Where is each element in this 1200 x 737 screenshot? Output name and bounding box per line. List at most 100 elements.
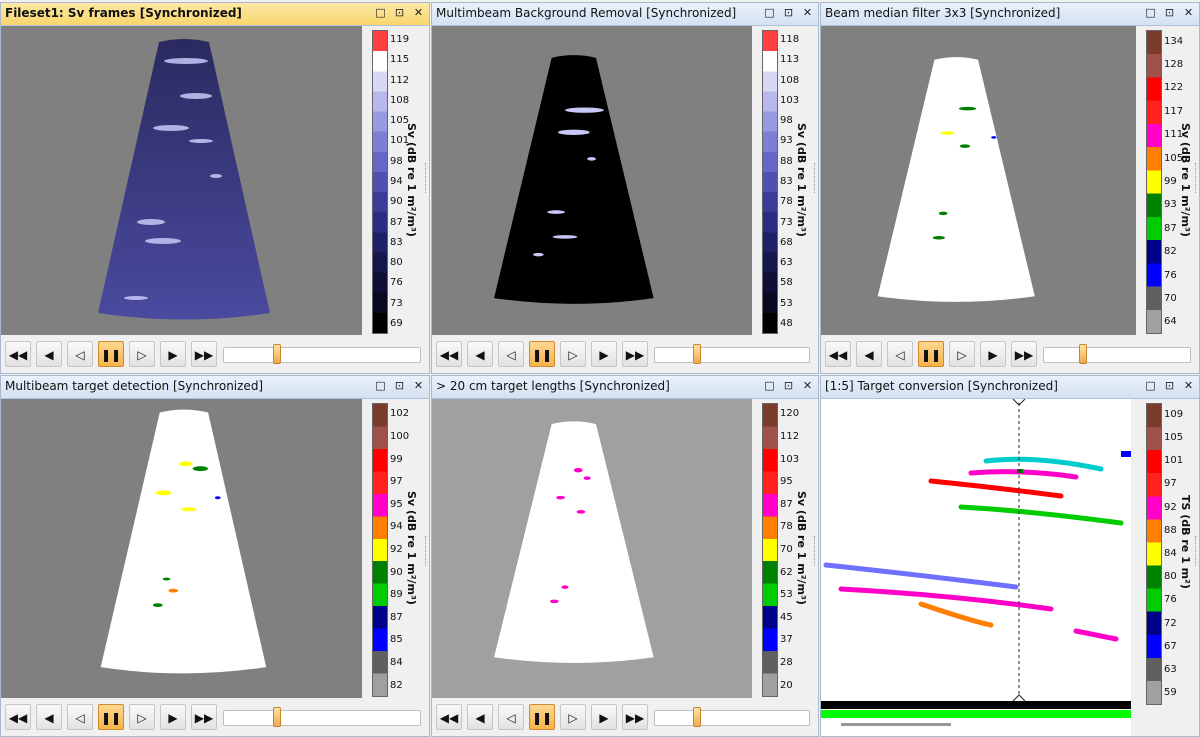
step-forward-button[interactable]: ▷ bbox=[560, 704, 586, 730]
panel-titlebar[interactable]: Fileset1: Sv frames [Synchronized] □ ⊡ ✕ bbox=[1, 3, 429, 26]
prev-frame-button[interactable]: ◀ bbox=[467, 704, 493, 730]
echogram-view[interactable] bbox=[432, 26, 752, 337]
step-back-button[interactable]: ◁ bbox=[498, 341, 524, 367]
next-frame-button[interactable]: ▶ bbox=[160, 704, 186, 730]
scale-tick-label: 112 bbox=[780, 430, 800, 442]
close-icon[interactable]: ✕ bbox=[800, 5, 815, 21]
step-forward-button[interactable]: ▷ bbox=[129, 341, 155, 367]
next-frame-button[interactable]: ▶ bbox=[591, 341, 617, 367]
last-frame-button[interactable]: ▶▶ bbox=[622, 341, 648, 367]
frame-slider[interactable] bbox=[654, 344, 810, 364]
scale-tick-label: 80 bbox=[1164, 571, 1177, 583]
step-back-button[interactable]: ◁ bbox=[67, 704, 93, 730]
pause-button[interactable]: ❚❚ bbox=[98, 341, 124, 367]
first-frame-button[interactable]: ◀◀ bbox=[5, 704, 31, 730]
last-frame-button[interactable]: ▶▶ bbox=[622, 704, 648, 730]
step-forward-button[interactable]: ▷ bbox=[129, 704, 155, 730]
slider-thumb[interactable] bbox=[692, 344, 701, 364]
splitter-grip[interactable] bbox=[1195, 163, 1199, 193]
frame-slider[interactable] bbox=[223, 344, 421, 364]
panel-title: Multimbeam Background Removal [Synchroni… bbox=[436, 6, 737, 20]
pause-button[interactable]: ❚❚ bbox=[529, 704, 555, 730]
prev-frame-button[interactable]: ◀ bbox=[36, 704, 62, 730]
step-back-button[interactable]: ◁ bbox=[67, 341, 93, 367]
splitter-grip[interactable] bbox=[814, 536, 818, 566]
panel-titlebar[interactable]: > 20 cm target lengths [Synchronized] □ … bbox=[432, 376, 818, 399]
echogram-view[interactable] bbox=[1, 26, 362, 337]
echogram-view[interactable] bbox=[432, 399, 752, 700]
playback-controls: ◀◀ ◀ ◁ ❚❚ ▷ ▶ ▶▶ bbox=[1, 698, 429, 736]
scale-tick-label: 88 bbox=[1164, 524, 1177, 536]
slider-thumb[interactable] bbox=[692, 707, 701, 727]
next-frame-button[interactable]: ▶ bbox=[591, 704, 617, 730]
pause-button[interactable]: ❚❚ bbox=[918, 341, 944, 367]
prev-frame-button[interactable]: ◀ bbox=[36, 341, 62, 367]
panel-target-lengths: > 20 cm target lengths [Synchronized] □ … bbox=[431, 375, 819, 737]
restore-icon[interactable]: □ bbox=[373, 5, 388, 21]
close-icon[interactable]: ✕ bbox=[1181, 5, 1196, 21]
scale-tick-label: 58 bbox=[780, 277, 793, 289]
panel-title: Fileset1: Sv frames [Synchronized] bbox=[5, 6, 242, 20]
splitter-grip[interactable] bbox=[814, 163, 818, 193]
restore-icon[interactable]: □ bbox=[762, 378, 777, 394]
splitter-grip[interactable] bbox=[1195, 536, 1199, 566]
next-frame-button[interactable]: ▶ bbox=[160, 341, 186, 367]
prev-frame-button[interactable]: ◀ bbox=[467, 341, 493, 367]
slider-thumb[interactable] bbox=[272, 707, 281, 727]
panel-titlebar[interactable]: [1:5] Target conversion [Synchronized] □… bbox=[821, 376, 1199, 399]
restore-icon[interactable]: □ bbox=[1143, 5, 1158, 21]
step-back-button[interactable]: ◁ bbox=[887, 341, 913, 367]
last-frame-button[interactable]: ▶▶ bbox=[191, 341, 217, 367]
scale-tick-label: 78 bbox=[780, 521, 793, 533]
pin-icon[interactable]: ⊡ bbox=[392, 378, 407, 394]
echogram-view[interactable] bbox=[1, 399, 362, 700]
panel-target-conversion: [1:5] Target conversion [Synchronized] □… bbox=[820, 375, 1200, 737]
scale-tick-label: 90 bbox=[390, 196, 403, 208]
panel-titlebar[interactable]: Multimbeam Background Removal [Synchroni… bbox=[432, 3, 818, 26]
prev-frame-button[interactable]: ◀ bbox=[856, 341, 882, 367]
panel-titlebar[interactable]: Beam median filter 3x3 [Synchronized] □ … bbox=[821, 3, 1199, 26]
step-forward-button[interactable]: ▷ bbox=[560, 341, 586, 367]
target-echogram-view[interactable] bbox=[821, 399, 1131, 737]
color-scale: 109 105 101 97 92 88 84 80 76 72 67 63 59 TS (dB re 1… bbox=[1138, 399, 1196, 736]
pin-icon[interactable]: ⊡ bbox=[781, 5, 796, 21]
close-icon[interactable]: ✕ bbox=[800, 378, 815, 394]
scale-unit-label: Sv (dB re 1 m²/m³) bbox=[795, 491, 808, 605]
splitter-grip[interactable] bbox=[425, 163, 429, 193]
close-icon[interactable]: ✕ bbox=[411, 378, 426, 394]
pause-button[interactable]: ❚❚ bbox=[529, 341, 555, 367]
last-frame-button[interactable]: ▶▶ bbox=[191, 704, 217, 730]
scale-tick-label: 128 bbox=[1164, 59, 1184, 71]
restore-icon[interactable]: □ bbox=[762, 5, 777, 21]
pin-icon[interactable]: ⊡ bbox=[392, 5, 407, 21]
panel-title: [1:5] Target conversion [Synchronized] bbox=[825, 379, 1058, 393]
first-frame-button[interactable]: ◀◀ bbox=[825, 341, 851, 367]
scale-tick-label: 76 bbox=[1164, 269, 1177, 281]
pin-icon[interactable]: ⊡ bbox=[781, 378, 796, 394]
close-icon[interactable]: ✕ bbox=[1181, 378, 1196, 394]
restore-icon[interactable]: □ bbox=[373, 378, 388, 394]
last-frame-button[interactable]: ▶▶ bbox=[1011, 341, 1037, 367]
frame-slider[interactable] bbox=[223, 707, 421, 727]
pin-icon[interactable]: ⊡ bbox=[1162, 5, 1177, 21]
frame-slider[interactable] bbox=[654, 707, 810, 727]
step-forward-button[interactable]: ▷ bbox=[949, 341, 975, 367]
slider-thumb[interactable] bbox=[1079, 344, 1088, 364]
pause-button[interactable]: ❚❚ bbox=[98, 704, 124, 730]
first-frame-button[interactable]: ◀◀ bbox=[5, 341, 31, 367]
restore-icon[interactable]: □ bbox=[1143, 378, 1158, 394]
first-frame-button[interactable]: ◀◀ bbox=[436, 704, 462, 730]
echogram-view[interactable] bbox=[821, 26, 1136, 337]
panel-titlebar[interactable]: Multibeam target detection [Synchronized… bbox=[1, 376, 429, 399]
step-back-button[interactable]: ◁ bbox=[498, 704, 524, 730]
scale-tick-label: 108 bbox=[780, 74, 800, 86]
scale-tick-label: 98 bbox=[390, 155, 403, 167]
pin-icon[interactable]: ⊡ bbox=[1162, 378, 1177, 394]
splitter-grip[interactable] bbox=[425, 536, 429, 566]
next-frame-button[interactable]: ▶ bbox=[980, 341, 1006, 367]
first-frame-button[interactable]: ◀◀ bbox=[436, 341, 462, 367]
close-icon[interactable]: ✕ bbox=[411, 5, 426, 21]
slider-thumb[interactable] bbox=[272, 344, 281, 364]
frame-slider[interactable] bbox=[1043, 344, 1191, 364]
scale-tick-label: 84 bbox=[390, 657, 403, 669]
